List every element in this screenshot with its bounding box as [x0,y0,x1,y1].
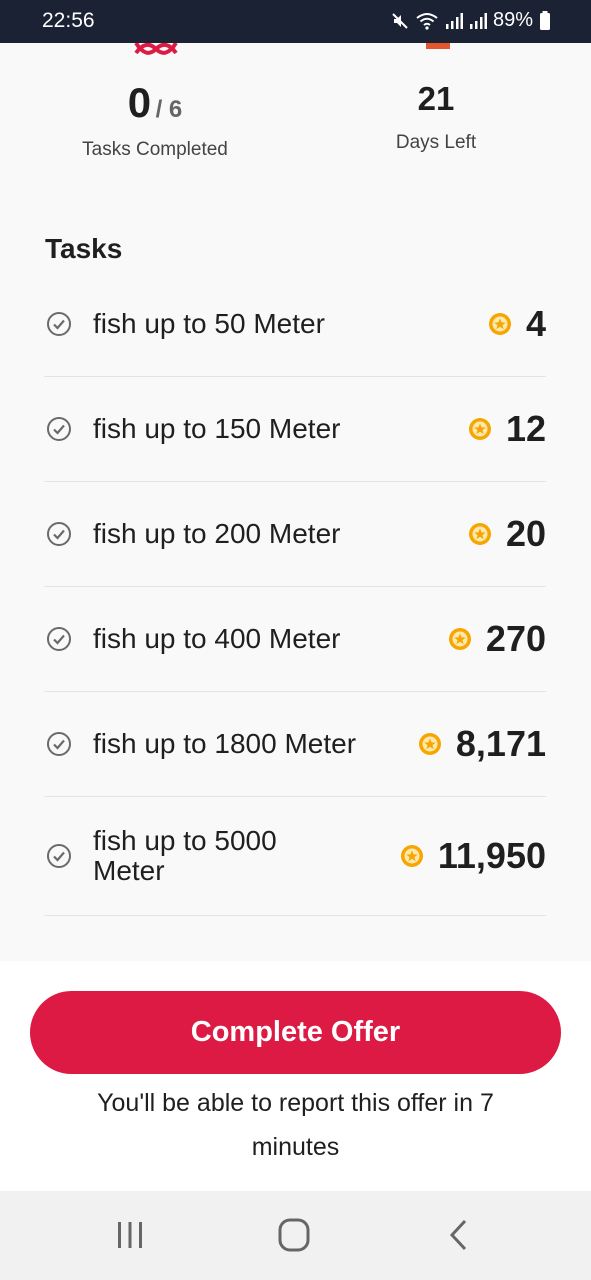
task-points: 20 [505,513,546,554]
task-reward: 11,950 [400,835,546,877]
complete-offer-button[interactable]: Complete Offer [30,991,561,1074]
back-icon[interactable] [440,1217,480,1253]
task-reward: 270 [448,618,546,660]
task-points: 270 [485,618,546,659]
task-points: 11,950 [437,835,546,876]
battery-icon [540,11,550,30]
task-label: fish up to 200 Meter [93,518,341,549]
check-circle-icon [47,732,71,756]
coin-icon [448,628,471,650]
navigation-bar [0,1191,591,1280]
home-icon[interactable] [274,1217,314,1253]
recent-apps-icon[interactable] [110,1217,150,1253]
wifi-icon [416,12,438,30]
task-reward: 8,171 [418,723,546,765]
check-circle-icon [47,844,71,868]
task-label: fish up to 5000 Meter [93,825,277,886]
task-label: fish up to 50 Meter [93,308,325,339]
days-left-stat: 21 Days Left [336,79,536,154]
coin-icon [468,523,491,545]
status-time: 22:56 [42,9,95,32]
task-label: fish up to 150 Meter [93,413,341,444]
task-points: 8,171 [455,723,546,764]
check-circle-icon [47,627,71,651]
signal-icon [445,12,463,29]
task-row: fish up to 150 Meter 12 [44,377,546,482]
tasks-heading: Tasks [45,233,123,264]
tasks-completed-stat: 0 / 6 Tasks Completed [55,79,255,161]
offer-stats: 0 / 6 Tasks Completed 21 Days Left [0,43,591,193]
coin-icon [400,845,423,867]
task-row: fish up to 50 Meter 4 [44,272,546,377]
battery-percent: 89% [492,9,533,31]
check-circle-icon [47,312,71,336]
report-note: You'll be able to report this offer in 7… [97,1089,494,1161]
coin-icon [418,733,441,755]
task-reward: 12 [468,408,546,450]
task-list: fish up to 50 Meter 4 fish up to 150 Met… [44,272,546,916]
completed-value: 0 [127,79,152,126]
task-row: fish up to 400 Meter 270 [44,587,546,692]
days-value: 21 [417,80,455,117]
infinity-icon [134,43,178,55]
task-row: fish up to 200 Meter 20 [44,482,546,587]
completed-total: / 6 [155,96,183,123]
task-row: fish up to 1800 Meter 8,171 [44,692,546,797]
task-reward: 4 [488,303,546,345]
task-label: fish up to 400 Meter [93,623,341,654]
coin-icon [488,313,511,335]
calendar-icon [426,43,450,49]
task-points: 4 [525,303,546,344]
task-reward: 20 [468,513,546,555]
check-circle-icon [47,417,71,441]
offer-footer: Complete Offer You'll be able to report … [0,961,591,1191]
task-row: fish up to 5000 Meter 11,950 [44,797,546,916]
task-label: fish up to 1800 Meter [93,728,357,759]
mute-icon [392,12,408,29]
check-circle-icon [47,522,71,546]
signal-icon [469,12,487,29]
status-bar: 22:56 89% [0,0,591,43]
status-icons: 89% [391,9,551,32]
days-label: Days Left [395,132,477,153]
task-points: 12 [505,408,546,449]
completed-label: Tasks Completed [82,139,228,160]
coin-icon [468,418,491,440]
